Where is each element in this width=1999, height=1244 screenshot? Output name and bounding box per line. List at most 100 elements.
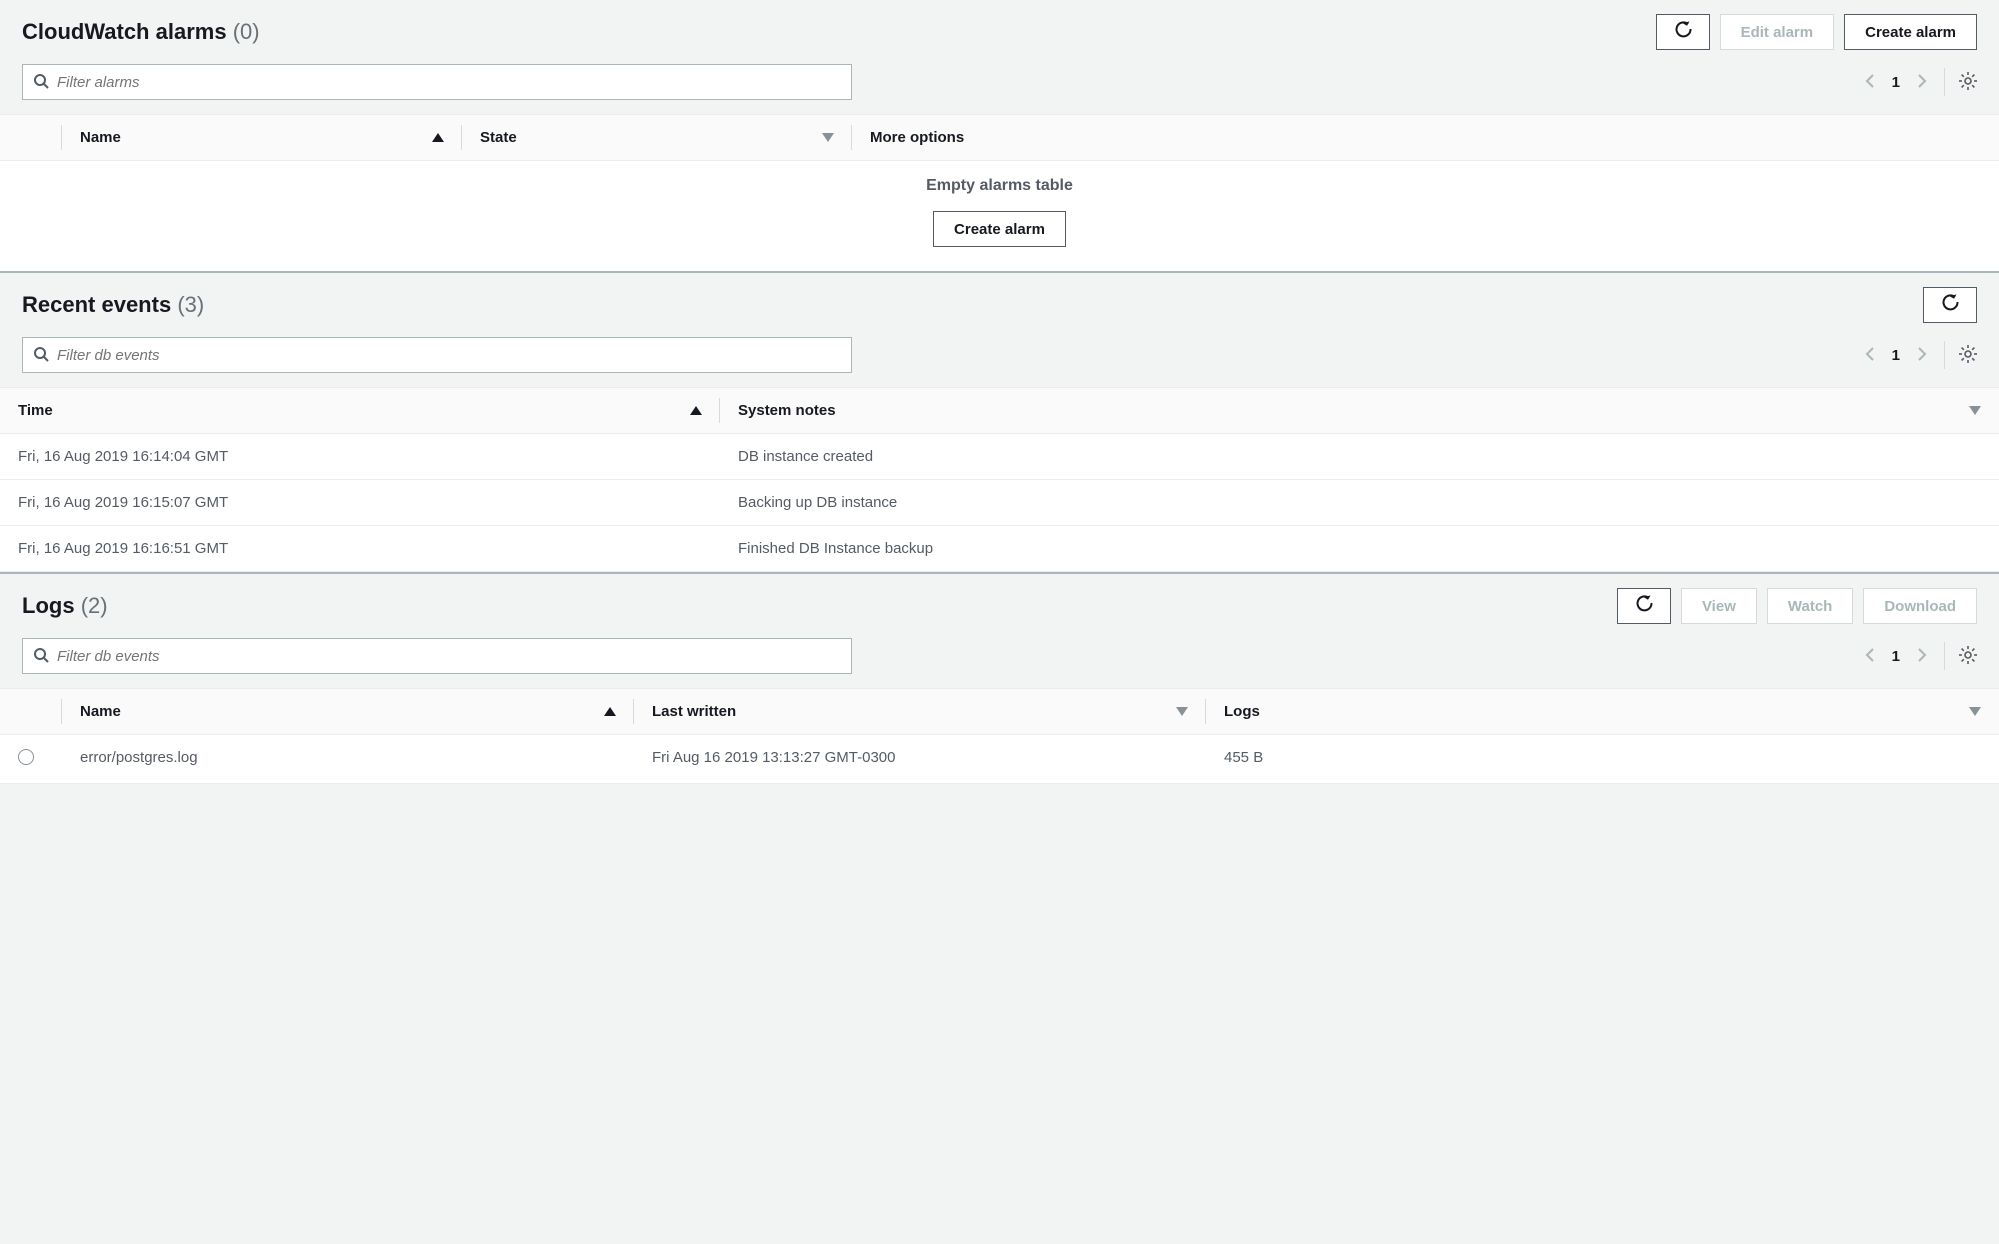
gear-icon (1959, 646, 1977, 667)
events-refresh-button[interactable] (1923, 287, 1977, 323)
log-name: error/postgres.log (62, 735, 634, 783)
alarms-col-select (0, 115, 62, 160)
sort-desc-icon (1176, 707, 1188, 716)
events-page-number: 1 (1892, 347, 1900, 364)
refresh-icon (1941, 294, 1959, 316)
sort-desc-icon (822, 133, 834, 142)
event-time: Fri, 16 Aug 2019 16:16:51 GMT (0, 526, 720, 571)
pager-divider (1944, 341, 1945, 369)
logs-table: Name Last written Logs error/postgres.lo… (0, 688, 1999, 784)
chevron-right-icon (1914, 346, 1930, 365)
logs-settings-button[interactable] (1959, 646, 1977, 667)
alarms-title: CloudWatch alarms (0) (22, 19, 260, 45)
event-notes: DB instance created (720, 434, 1999, 479)
events-next-page[interactable] (1914, 346, 1930, 365)
events-title: Recent events (3) (22, 292, 204, 318)
events-col-time-label: Time (18, 402, 53, 419)
logs-panel: Logs (2) View Watch Download 1 (0, 574, 1999, 784)
events-filter-box[interactable] (22, 337, 852, 373)
events-title-text: Recent events (22, 292, 171, 317)
alarms-col-state[interactable]: State (462, 115, 852, 160)
logs-table-head: Name Last written Logs (0, 689, 1999, 735)
events-panel: Recent events (3) 1 (0, 273, 1999, 574)
chevron-right-icon (1914, 647, 1930, 666)
logs-col-written-label: Last written (652, 703, 736, 720)
table-row: Fri, 16 Aug 2019 16:14:04 GMTDB instance… (0, 434, 1999, 480)
alarms-page-number: 1 (1892, 74, 1900, 91)
logs-refresh-button[interactable] (1617, 588, 1671, 624)
logs-watch-button[interactable]: Watch (1767, 588, 1853, 624)
sort-asc-icon (604, 707, 616, 716)
chevron-left-icon (1862, 647, 1878, 666)
table-row: Fri, 16 Aug 2019 16:16:51 GMTFinished DB… (0, 526, 1999, 572)
gear-icon (1959, 72, 1977, 93)
sort-desc-icon (1969, 707, 1981, 716)
chevron-right-icon (1914, 73, 1930, 92)
logs-col-size[interactable]: Logs (1206, 689, 1999, 734)
event-time: Fri, 16 Aug 2019 16:15:07 GMT (0, 480, 720, 525)
logs-filter-box[interactable] (22, 638, 852, 674)
row-select[interactable] (0, 735, 62, 783)
sort-asc-icon (690, 406, 702, 415)
alarms-filter-input[interactable] (57, 74, 841, 91)
alarms-refresh-button[interactable] (1656, 14, 1710, 50)
logs-view-button[interactable]: View (1681, 588, 1757, 624)
log-written: Fri Aug 16 2019 13:13:27 GMT-0300 (634, 735, 1206, 783)
events-col-notes-label: System notes (738, 402, 836, 419)
logs-col-name-label: Name (80, 703, 121, 720)
events-prev-page[interactable] (1862, 346, 1878, 365)
search-icon (33, 346, 49, 365)
events-pager: 1 (1862, 341, 1977, 369)
table-row[interactable]: error/postgres.logFri Aug 16 2019 13:13:… (0, 735, 1999, 784)
search-icon (33, 647, 49, 666)
alarms-prev-page[interactable] (1862, 73, 1878, 92)
table-row: Fri, 16 Aug 2019 16:15:07 GMTBacking up … (0, 480, 1999, 526)
logs-title-text: Logs (22, 593, 75, 618)
alarms-table-head: Name State More options (0, 115, 1999, 161)
empty-create-alarm-button[interactable]: Create alarm (933, 211, 1066, 247)
logs-col-name[interactable]: Name (62, 689, 634, 734)
event-notes: Backing up DB instance (720, 480, 1999, 525)
logs-col-select (0, 689, 62, 734)
events-count: (3) (177, 292, 204, 317)
alarms-col-name[interactable]: Name (62, 115, 462, 160)
chevron-left-icon (1862, 73, 1878, 92)
refresh-icon (1635, 595, 1653, 617)
edit-alarm-button[interactable]: Edit alarm (1720, 14, 1835, 50)
log-size: 455 B (1206, 735, 1999, 783)
events-filter-input[interactable] (57, 347, 841, 364)
alarms-col-more[interactable]: More options (852, 115, 1999, 160)
alarms-filter-box[interactable] (22, 64, 852, 100)
events-table: Time System notes Fri, 16 Aug 2019 16:14… (0, 387, 1999, 572)
logs-col-size-label: Logs (1224, 703, 1260, 720)
alarms-settings-button[interactable] (1959, 72, 1977, 93)
create-alarm-button[interactable]: Create alarm (1844, 14, 1977, 50)
alarms-col-name-label: Name (80, 129, 121, 146)
logs-prev-page[interactable] (1862, 647, 1878, 666)
event-notes: Finished DB Instance backup (720, 526, 1999, 571)
logs-page-number: 1 (1892, 648, 1900, 665)
alarms-empty-state: Empty alarms table Create alarm (0, 161, 1999, 271)
events-col-time[interactable]: Time (0, 388, 720, 433)
logs-filter-input[interactable] (57, 648, 841, 665)
alarms-title-text: CloudWatch alarms (22, 19, 227, 44)
logs-download-button[interactable]: Download (1863, 588, 1977, 624)
alarms-panel: CloudWatch alarms (0) Edit alarm Create … (0, 0, 1999, 273)
sort-desc-icon (1969, 406, 1981, 415)
event-time: Fri, 16 Aug 2019 16:14:04 GMT (0, 434, 720, 479)
events-col-notes[interactable]: System notes (720, 388, 1999, 433)
alarms-next-page[interactable] (1914, 73, 1930, 92)
logs-col-written[interactable]: Last written (634, 689, 1206, 734)
pager-divider (1944, 642, 1945, 670)
logs-next-page[interactable] (1914, 647, 1930, 666)
gear-icon (1959, 345, 1977, 366)
refresh-icon (1674, 21, 1692, 43)
logs-title: Logs (2) (22, 593, 108, 619)
logs-count: (2) (81, 593, 108, 618)
radio-icon[interactable] (18, 749, 34, 765)
events-settings-button[interactable] (1959, 345, 1977, 366)
alarms-col-more-label: More options (870, 129, 964, 146)
alarms-empty-message: Empty alarms table (0, 177, 1999, 195)
search-icon (33, 73, 49, 92)
chevron-left-icon (1862, 346, 1878, 365)
